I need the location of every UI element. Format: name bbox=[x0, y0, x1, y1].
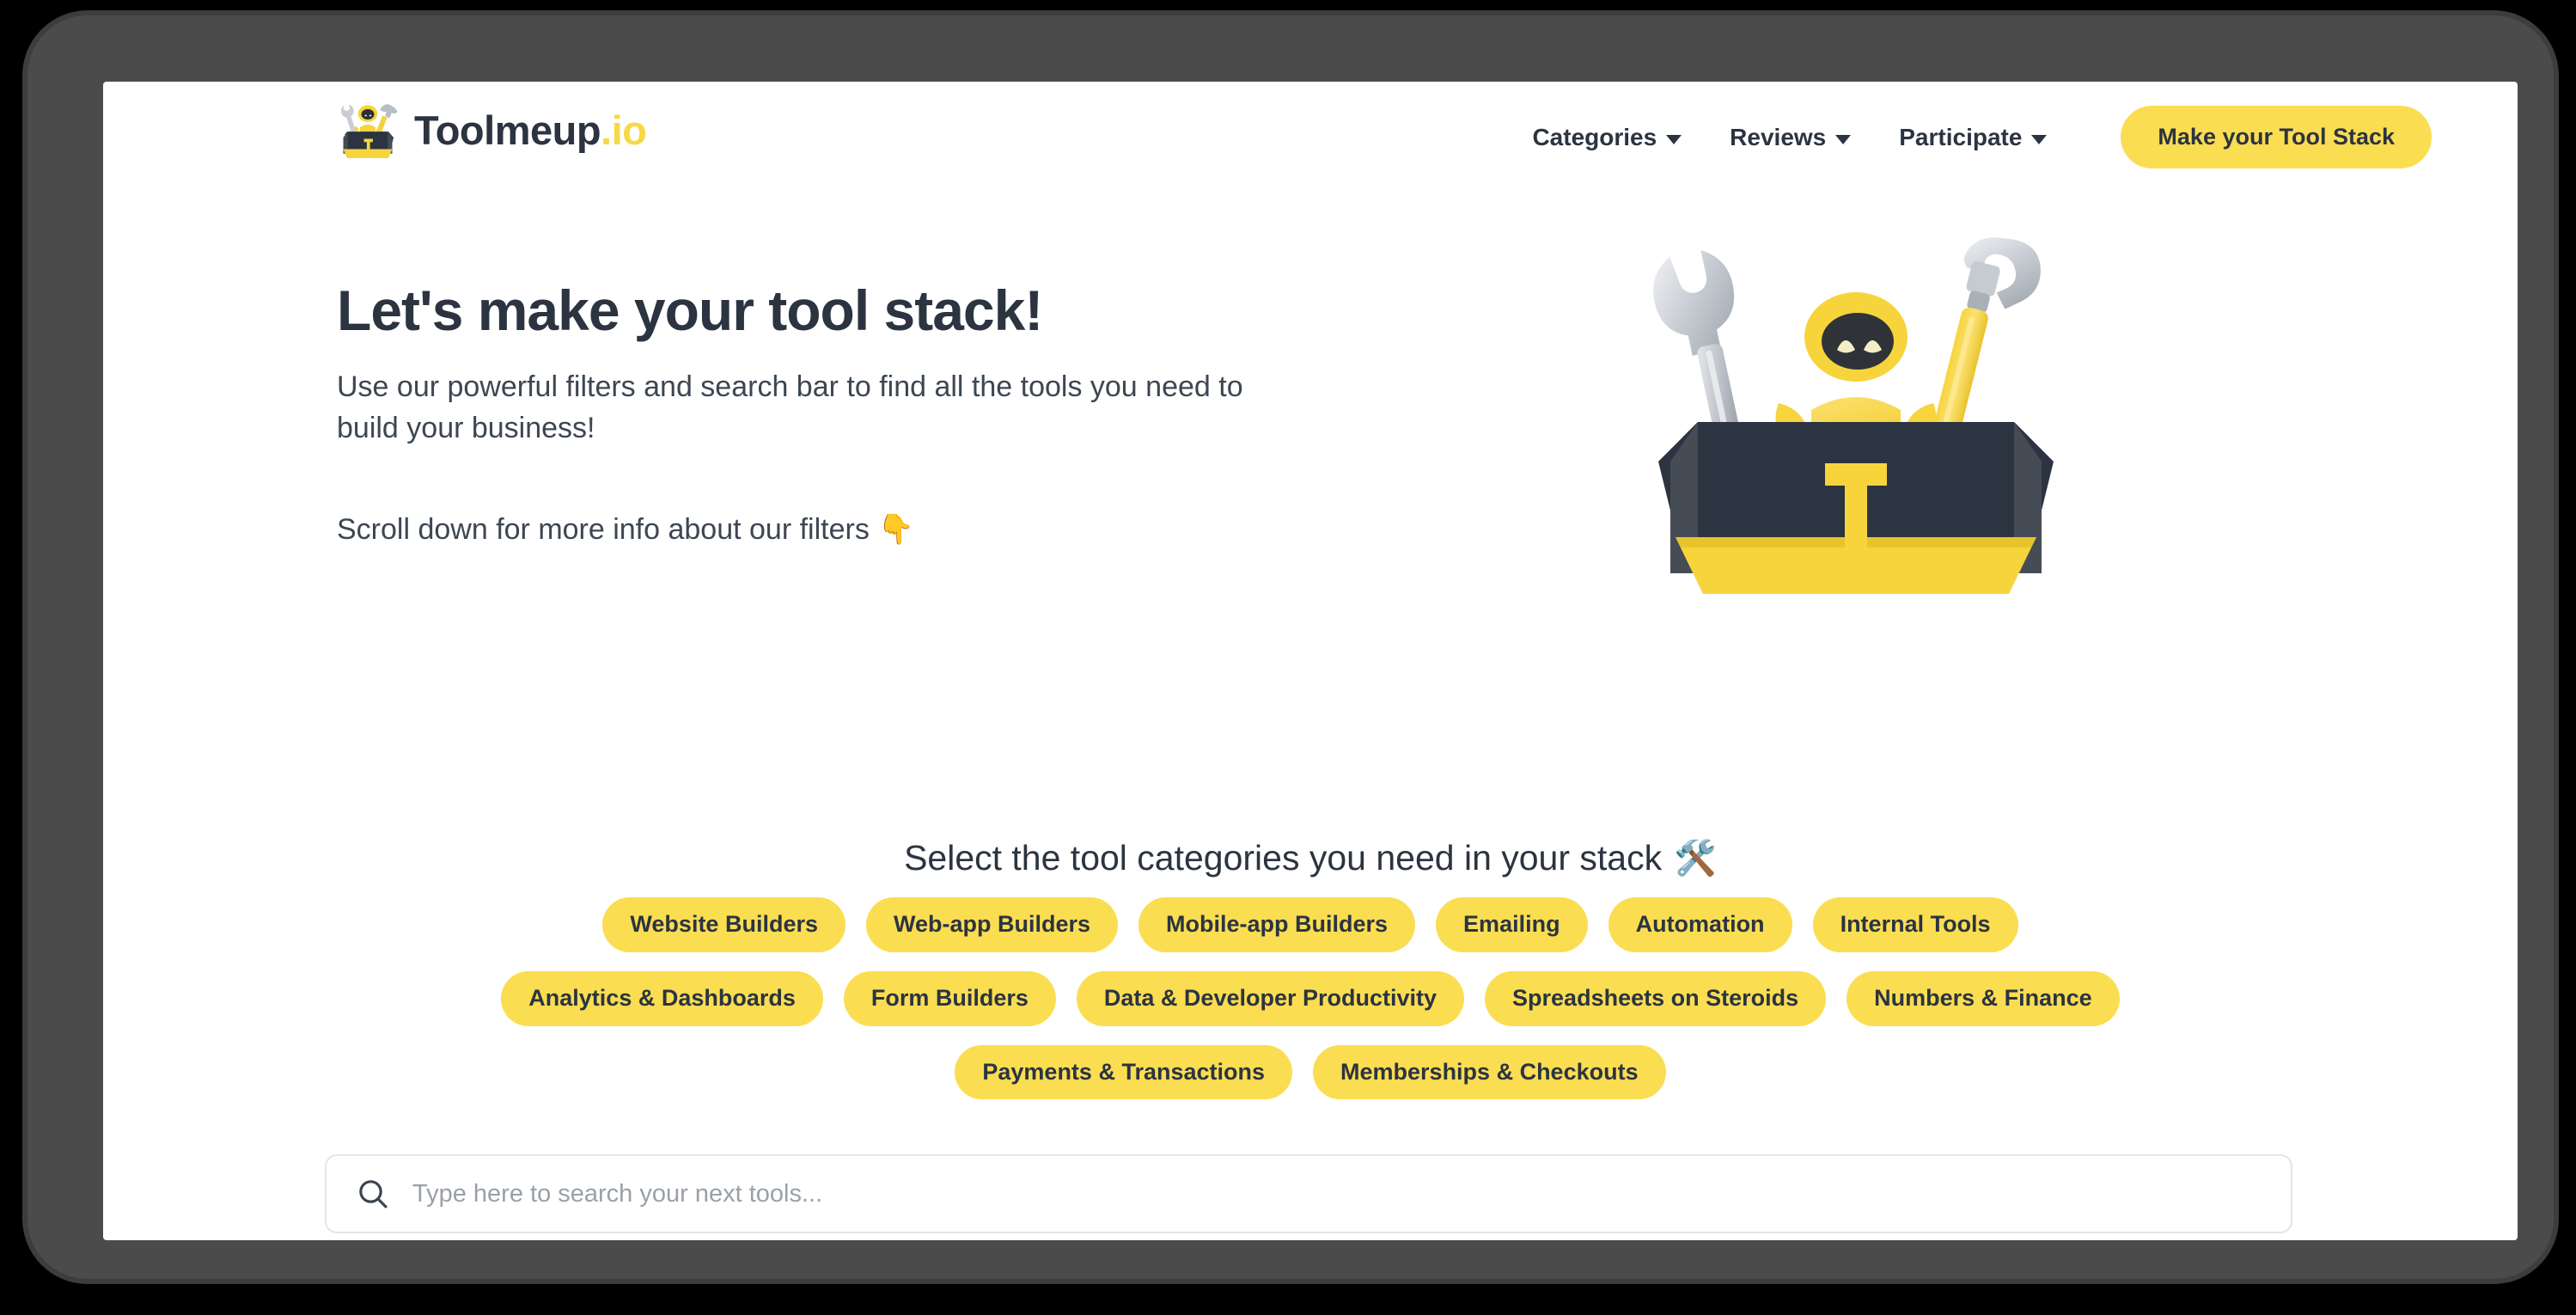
toolbox-robot-illustration bbox=[1615, 212, 2097, 642]
hammer-and-wrench-emoji-icon: 🛠️ bbox=[1674, 839, 1717, 878]
device-frame: Toolmeup.io Categories Reviews Participa… bbox=[27, 15, 2554, 1279]
category-pill-row-1: Website Builders Web-app Builders Mobile… bbox=[103, 897, 2518, 952]
category-pill-emailing[interactable]: Emailing bbox=[1436, 897, 1588, 952]
brand-logo-link[interactable]: Toolmeup.io bbox=[335, 99, 647, 161]
category-pill-internal-tools[interactable]: Internal Tools bbox=[1812, 897, 2018, 952]
brand-name: Toolmeup.io bbox=[414, 107, 647, 154]
hero-subtitle: Use our powerful filters and search bar … bbox=[337, 370, 1243, 445]
nav-item-reviews-label: Reviews bbox=[1730, 123, 1827, 150]
hero-scroll-note: Scroll down for more info about our filt… bbox=[337, 513, 1351, 547]
brand-name-tld: .io bbox=[601, 107, 647, 153]
brand-name-main: Toolmeup bbox=[414, 107, 601, 153]
chevron-down-icon bbox=[2031, 135, 2048, 144]
nav-item-participate-label: Participate bbox=[1899, 123, 2023, 150]
categories-heading-text: Select the tool categories you need in y… bbox=[904, 838, 1663, 878]
chevron-down-icon bbox=[1666, 135, 1682, 144]
main-navigation: Categories Reviews Participate Make your… bbox=[1532, 106, 2432, 168]
categories-heading: Select the tool categories you need in y… bbox=[103, 838, 2518, 878]
page-title: Let's make your tool stack! bbox=[337, 278, 1043, 342]
pointing-down-emoji-icon: 👇 bbox=[877, 513, 915, 547]
toolbox-robot-logo-icon bbox=[335, 99, 400, 161]
nav-item-participate[interactable]: Participate bbox=[1899, 123, 2048, 151]
category-pill-memberships-and-checkouts[interactable]: Memberships & Checkouts bbox=[1313, 1044, 1666, 1100]
category-pill-web-app-builders[interactable]: Web-app Builders bbox=[865, 897, 1119, 952]
search-bar[interactable] bbox=[325, 1154, 2292, 1233]
make-your-tool-stack-button[interactable]: Make your Tool Stack bbox=[2121, 106, 2432, 168]
search-icon bbox=[356, 1177, 390, 1211]
category-pill-data-and-developer-productivity[interactable]: Data & Developer Productivity bbox=[1076, 970, 1465, 1026]
browser-viewport: Toolmeup.io Categories Reviews Participa… bbox=[103, 82, 2518, 1240]
category-pill-website-builders[interactable]: Website Builders bbox=[602, 897, 845, 952]
categories-section: Select the tool categories you need in y… bbox=[103, 838, 2518, 1100]
category-pill-row-3: Payments & Transactions Memberships & Ch… bbox=[103, 1044, 2518, 1100]
nav-item-categories-label: Categories bbox=[1532, 123, 1657, 150]
category-pill-form-builders[interactable]: Form Builders bbox=[843, 970, 1056, 1026]
category-pill-row-2: Analytics & Dashboards Form Builders Dat… bbox=[103, 970, 2518, 1026]
site-header: Toolmeup.io Categories Reviews Participa… bbox=[103, 82, 2518, 176]
chevron-down-icon bbox=[1835, 135, 1852, 144]
category-pill-analytics-and-dashboards[interactable]: Analytics & Dashboards bbox=[501, 970, 823, 1026]
hero-scroll-note-text: Scroll down for more info about our filt… bbox=[337, 512, 870, 546]
category-pill-numbers-and-finance[interactable]: Numbers & Finance bbox=[1847, 970, 2120, 1026]
category-pill-automation[interactable]: Automation bbox=[1608, 897, 1792, 952]
category-pill-payments-and-transactions[interactable]: Payments & Transactions bbox=[955, 1044, 1293, 1100]
hero-section: Let's make your tool stack! Use our powe… bbox=[103, 237, 2518, 683]
hero-copy: Let's make your tool stack! Use our powe… bbox=[337, 279, 1351, 547]
category-pill-mobile-app-builders[interactable]: Mobile-app Builders bbox=[1138, 897, 1416, 952]
nav-item-categories[interactable]: Categories bbox=[1532, 124, 1682, 151]
nav-item-reviews[interactable]: Reviews bbox=[1730, 123, 1852, 151]
search-input[interactable] bbox=[412, 1179, 2262, 1208]
category-pill-spreadsheets-on-steroids[interactable]: Spreadsheets on Steroids bbox=[1485, 970, 1827, 1026]
